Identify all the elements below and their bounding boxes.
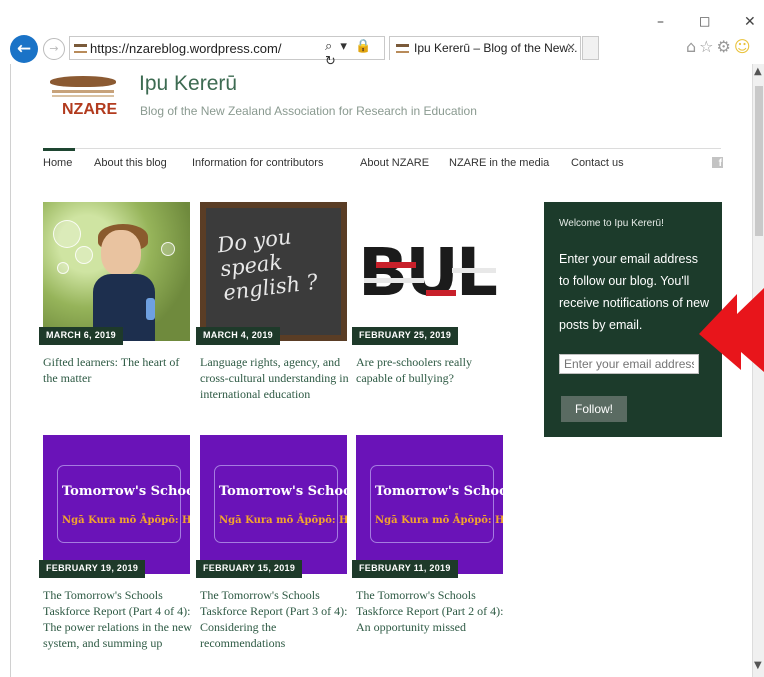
- logo-text: NZARE: [62, 101, 118, 118]
- window-left-edge: [10, 64, 11, 677]
- site-title[interactable]: Ipu Kererū: [139, 72, 237, 96]
- post-title-link[interactable]: The Tomorrow's Schools Taskforce Report …: [200, 587, 350, 651]
- post-date-badge: MARCH 4, 2019: [196, 327, 280, 345]
- thumbnail-inner-frame: [370, 465, 494, 543]
- address-url[interactable]: https://nzareblog.wordpress.com/: [90, 41, 281, 56]
- follow-blog-widget: Welcome to Ipu Kererū! Enter your email …: [544, 202, 722, 437]
- star-icon[interactable]: ☆: [699, 37, 716, 56]
- thumbnail-heading: Tomorrow's Schools Review: [219, 484, 347, 499]
- post-date-badge: FEBRUARY 11, 2019: [352, 560, 458, 578]
- post-title-link[interactable]: The Tomorrow's Schools Taskforce Report …: [356, 587, 506, 635]
- thumbnail-heading: Tomorrow's Schools Review: [375, 484, 503, 499]
- nav-item-about-nzare[interactable]: About NZARE: [360, 157, 429, 169]
- minimize-button[interactable]: –: [657, 14, 664, 30]
- thumbnail-heading: Tomorrow's Schools Review: [62, 484, 190, 499]
- thumbnail-subheading: Ngā Kura mō Āpōpō: He Arotake: [219, 515, 347, 526]
- word-art-streak: [452, 268, 496, 273]
- kereru-bird-icon: [50, 76, 116, 87]
- scroll-down-icon[interactable]: ▼: [754, 660, 762, 671]
- nav-item-about-blog[interactable]: About this blog: [94, 157, 167, 169]
- tab-title[interactable]: Ipu Kererū – Blog of the New...: [414, 41, 577, 55]
- scrollbar-thumb[interactable]: [755, 86, 763, 236]
- post-date-badge: FEBRUARY 25, 2019: [352, 327, 459, 345]
- nav-item-media[interactable]: NZARE in the media: [449, 157, 549, 169]
- close-window-button[interactable]: ✕: [744, 14, 756, 30]
- post-thumbnail-tomorrows-schools[interactable]: Tomorrow's Schools Review Ngā Kura mō Āp…: [356, 435, 503, 574]
- tab-favicon-icon: [396, 44, 409, 53]
- widget-title: Welcome to Ipu Kererū!: [559, 218, 664, 229]
- post-thumbnail-child-bubbles[interactable]: [43, 202, 190, 341]
- thumbnail-subheading: Ngā Kura mō Āpōpō: He Arotake: [375, 515, 503, 526]
- browser-window: – □ ✕ ← → https://nzareblog.wordpress.co…: [0, 0, 764, 677]
- nav-item-contact[interactable]: Contact us: [571, 157, 624, 169]
- forward-button[interactable]: →: [43, 38, 65, 60]
- address-tools-icons[interactable]: ⌕ ▾ 🔒 ↻: [325, 39, 384, 69]
- nav-item-contributors[interactable]: Information for contributors: [192, 157, 323, 169]
- word-art-streak: [376, 262, 416, 268]
- site-description: Blog of the New Zealand Association for …: [140, 104, 477, 118]
- post-thumbnail-tomorrows-schools[interactable]: Tomorrow's Schools Review Ngā Kura mō Āp…: [43, 435, 190, 574]
- title-bar: – □ ✕: [0, 0, 764, 34]
- home-icon[interactable]: ⌂: [686, 37, 699, 56]
- bubble-icon: [161, 242, 175, 256]
- nav-item-home[interactable]: Home: [43, 157, 72, 169]
- nav-top-rule: [43, 148, 721, 149]
- gear-icon[interactable]: ⚙: [717, 37, 734, 56]
- thumbnail-inner-frame: [57, 465, 181, 543]
- address-bar[interactable]: https://nzareblog.wordpress.com/ ⌕ ▾ 🔒 ↻: [69, 36, 385, 69]
- forward-arrow-icon: →: [49, 42, 59, 55]
- word-art-streak: [426, 290, 456, 296]
- new-tab-button[interactable]: [582, 36, 599, 60]
- post-date-badge: FEBRUARY 19, 2019: [39, 560, 146, 578]
- facebook-icon[interactable]: f: [712, 157, 723, 169]
- site-favicon-icon: [74, 44, 87, 53]
- logo-rule-thin: [52, 95, 114, 97]
- red-arrow-annotation: [699, 288, 764, 372]
- post-title-link[interactable]: Language rights, agency, and cross-cultu…: [200, 354, 350, 402]
- bubble-icon: [75, 246, 93, 264]
- back-arrow-icon: ←: [16, 39, 32, 59]
- smiley-feedback-icon[interactable]: ☺: [734, 37, 754, 56]
- maximize-button[interactable]: □: [699, 14, 710, 28]
- word-art-streak: [364, 278, 424, 283]
- chalkboard-text: Do you speak english ?: [216, 224, 320, 306]
- post-title-link[interactable]: Gifted learners: The heart of the matter: [43, 354, 193, 386]
- logo-rule: [52, 90, 114, 93]
- arrow-shape: [699, 288, 764, 372]
- thumbnail-inner-frame: [214, 465, 338, 543]
- bubble-bottle: [146, 298, 155, 320]
- tab-close-icon[interactable]: ×: [566, 40, 576, 54]
- email-input[interactable]: [559, 354, 699, 374]
- post-thumbnail-chalkboard[interactable]: Do you speak english ?: [200, 202, 347, 341]
- post-date-badge: FEBRUARY 15, 2019: [196, 560, 303, 578]
- post-thumbnail-bully[interactable]: BULLY: [356, 202, 503, 341]
- post-date-badge: MARCH 6, 2019: [39, 327, 123, 345]
- child-face: [101, 230, 141, 276]
- thumbnail-subheading: Ngā Kura mō Āpōpō: He Arotake: [62, 515, 190, 526]
- post-title-link[interactable]: Are pre-schoolers really capable of bull…: [356, 354, 506, 386]
- site-logo[interactable]: NZARE: [48, 72, 120, 124]
- browser-right-icons: ⌂☆⚙☺: [686, 37, 754, 56]
- follow-button[interactable]: Follow!: [561, 396, 627, 422]
- bubble-icon: [57, 262, 69, 274]
- back-button[interactable]: ←: [10, 35, 38, 63]
- post-title-link[interactable]: The Tomorrow's Schools Taskforce Report …: [43, 587, 193, 651]
- post-thumbnail-tomorrows-schools[interactable]: Tomorrow's Schools Review Ngā Kura mō Āp…: [200, 435, 347, 574]
- browser-tab[interactable]: Ipu Kererū – Blog of the New... ×: [389, 36, 581, 60]
- bubble-icon: [53, 220, 81, 248]
- nav-active-indicator: [43, 148, 75, 151]
- widget-description: Enter your email address to follow our b…: [559, 252, 710, 332]
- scroll-up-icon[interactable]: ▲: [754, 66, 762, 77]
